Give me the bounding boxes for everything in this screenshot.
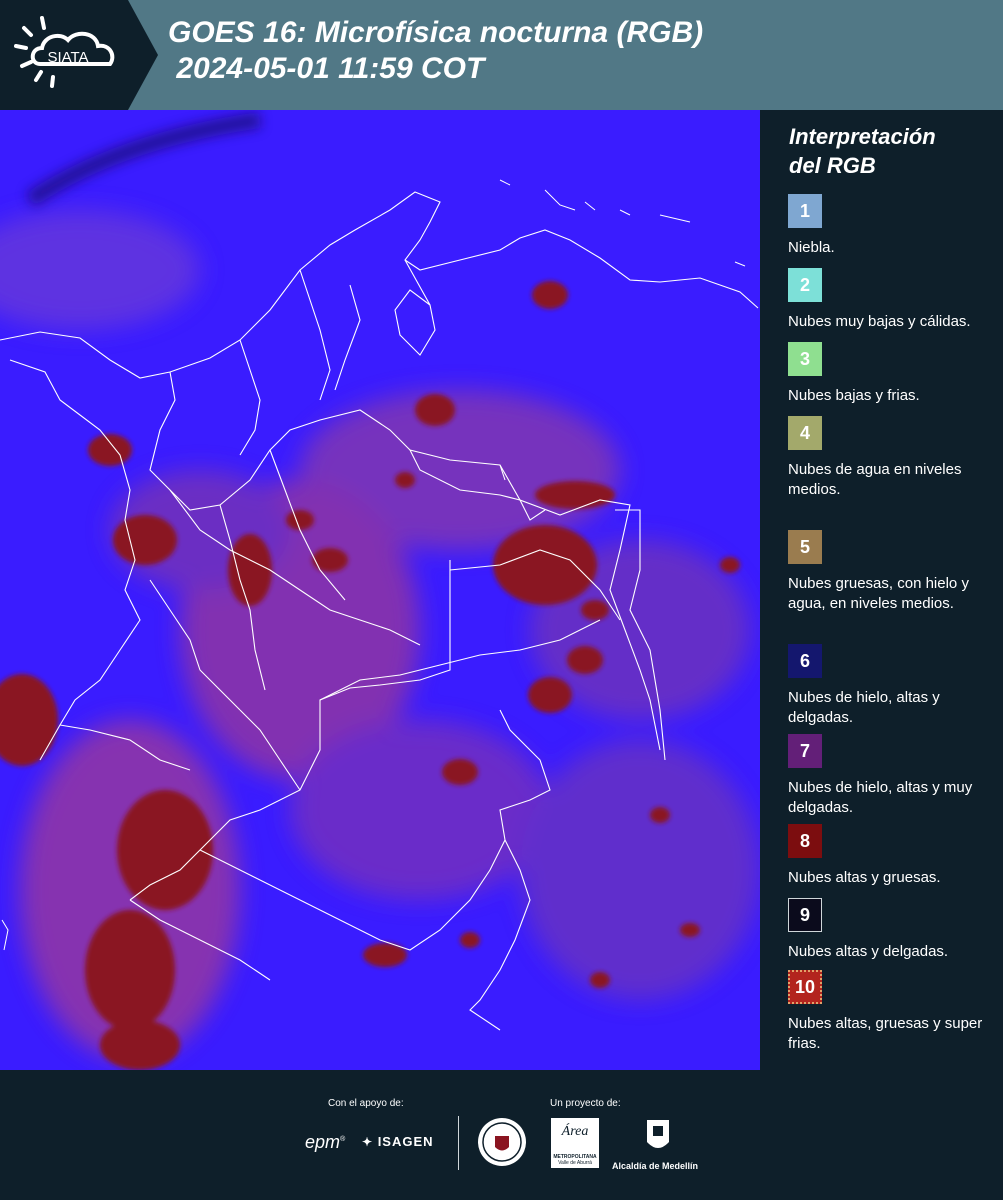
logo-band: SIATA [0, 0, 158, 110]
rgb-legend: Interpretación del RGB 1 Niebla. 2 Nubes mu… [760, 110, 1003, 1070]
legend-label: Nubes de agua en niveles medios. [788, 461, 962, 498]
legend-item-2: 2 Nubes muy bajas y cálidas. [788, 268, 998, 332]
legend-item-1: 1 Niebla. [788, 194, 998, 258]
legend-title: Interpretación del RGB [789, 124, 936, 178]
title-line-1: GOES 16: Microfísica nocturna (RGB) [168, 16, 704, 49]
page-title: GOES 16: Microfísica nocturna (RGB) 2024… [168, 15, 703, 87]
legend-item-6: 6 Nubes de hielo, altas y delgadas. [788, 644, 998, 728]
alcaldia-shield-icon [647, 1120, 669, 1148]
legend-swatch: 5 [788, 530, 822, 564]
legend-label: Nubes bajas y frias. [788, 387, 920, 404]
legend-item-4: 4 Nubes de agua en niveles medios. [788, 416, 998, 500]
legend-label: Nubes altas y delgadas. [788, 943, 949, 960]
legend-label: Niebla. [788, 239, 835, 256]
medellin-seal-icon [478, 1118, 526, 1166]
legend-swatch: 1 [788, 194, 822, 228]
alcaldia-label: Alcaldía de Medellín [612, 1161, 699, 1171]
legend-item-5: 5 Nubes gruesas, con hielo y agua, en niv… [788, 530, 998, 614]
legend-swatch: 2 [788, 268, 822, 302]
legend-label: Nubes altas y gruesas. [788, 869, 941, 886]
legend-swatch: 3 [788, 342, 822, 376]
legend-label: Nubes de hielo, altas y delgadas. [788, 689, 940, 726]
project-label: Un proyecto de: [550, 1098, 621, 1109]
satellite-image [0, 110, 760, 1070]
isagen-mark-icon: ✦ [362, 1135, 374, 1149]
area-metropolitana-logo: Área METROPOLITANA Valle de Aburrá [551, 1118, 599, 1168]
support-label: Con el apoyo de: [328, 1098, 404, 1109]
legend-swatch: 10 [788, 970, 822, 1004]
legend-item-10: 10 Nubes altas, gruesas y super frias. [788, 970, 998, 1054]
legend-item-7: 7 Nubes de hielo, altas y muy delgadas. [788, 734, 998, 818]
legend-label: Nubes gruesas, con hielo y agua, en nive… [788, 575, 969, 612]
legend-swatch: 9 [788, 898, 822, 932]
epm-logo: epm® [305, 1132, 346, 1152]
footer: Con el apoyo de: Un proyecto de: epm® ✦ … [0, 1070, 1003, 1200]
legend-swatch: 4 [788, 416, 822, 450]
legend-label: Nubes altas, gruesas y super frias. [788, 1015, 983, 1052]
legend-swatch: 6 [788, 644, 822, 678]
footer-divider [458, 1116, 459, 1170]
legend-item-8: 8 Nubes altas y gruesas. [788, 824, 998, 888]
legend-item-9: 9 Nubes altas y delgadas. [788, 898, 998, 962]
isagen-logo: ✦ ISAGEN [362, 1134, 434, 1149]
legend-swatch: 7 [788, 734, 822, 768]
legend-label: Nubes muy bajas y cálidas. [788, 313, 971, 330]
header-bar: SIATA GOES 16: Microfísica nocturna (RGB… [0, 0, 1003, 110]
title-line-2: 2024-05-01 11:59 COT [168, 52, 485, 85]
satellite-map [0, 110, 760, 1070]
legend-swatch: 8 [788, 824, 822, 858]
legend-item-3: 3 Nubes bajas y frias. [788, 342, 998, 406]
legend-label: Nubes de hielo, altas y muy delgadas. [788, 779, 973, 816]
logo-text: SIATA [47, 49, 88, 66]
